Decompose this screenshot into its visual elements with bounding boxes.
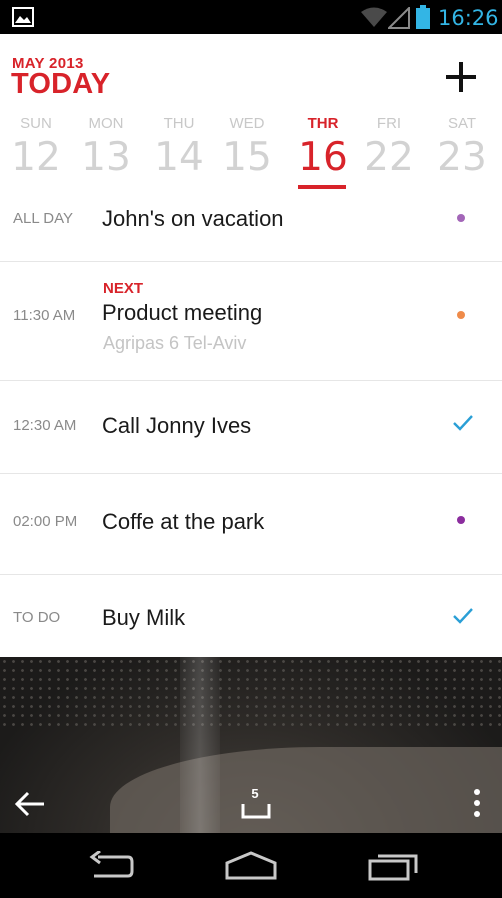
back-arrow-icon[interactable] <box>14 790 46 818</box>
day-sat[interactable]: SAT 23 <box>427 112 497 180</box>
day-of-week: THU <box>163 115 195 132</box>
day-number: 22 <box>364 135 414 180</box>
day-number: 12 <box>11 135 61 180</box>
day-of-week: SAT <box>447 115 477 132</box>
day-number: 15 <box>222 135 272 180</box>
day-of-week: WED <box>229 115 265 132</box>
completed-check-icon[interactable] <box>452 607 474 625</box>
day-sun[interactable]: SUN 12 <box>1 112 71 180</box>
todo-title: Buy Milk <box>102 605 186 630</box>
event-time: ALL DAY <box>13 210 74 227</box>
event-color-dot <box>457 214 465 222</box>
event-title: Product meeting <box>102 300 263 325</box>
event-time: TO DO <box>13 609 61 626</box>
photo-glass <box>180 657 220 833</box>
event-row[interactable]: 02:00 PM Coffe at the park <box>0 474 502 575</box>
day-number: 14 <box>154 135 204 180</box>
week-strip: SUN 12 MON 13 THU 14 WED 15 THR 16 FRI 2… <box>0 112 502 192</box>
event-row[interactable]: 12:30 AM Call Jonny Ives <box>0 381 502 474</box>
day-thr-selected[interactable]: THR 16 <box>288 112 358 189</box>
add-event-button[interactable] <box>442 58 480 96</box>
wifi-icon <box>361 7 387 27</box>
day-number: 13 <box>81 135 131 180</box>
gallery-notification-icon <box>12 7 34 27</box>
event-title: Coffe at the park <box>102 509 265 534</box>
event-row[interactable]: ALL DAY John's on vacation <box>0 193 502 262</box>
event-location: Agripas 6 Tel-Aviv <box>103 333 247 353</box>
day-of-week: THR <box>307 115 339 132</box>
event-color-dot <box>457 516 465 524</box>
event-time: 11:30 AM <box>13 307 76 324</box>
battery-icon <box>416 5 430 29</box>
inbox-tray-icon <box>241 804 271 819</box>
event-time: 12:30 AM <box>13 417 77 434</box>
check-mark-path <box>453 415 473 431</box>
photo-texture <box>0 657 502 732</box>
event-row[interactable]: NEXT 11:30 AM Product meeting Agripas 6 … <box>0 262 502 381</box>
photo-cloth <box>110 747 502 833</box>
completed-check-icon[interactable] <box>452 414 474 432</box>
today-title[interactable]: TODAY <box>11 68 110 101</box>
event-color-dot <box>457 311 465 319</box>
home-nav-icon[interactable] <box>224 851 278 881</box>
day-of-week: MON <box>88 115 124 132</box>
inbox-button[interactable]: 5 <box>240 786 272 820</box>
day-fri[interactable]: FRI 22 <box>354 112 424 180</box>
day-of-week: SUN <box>20 115 52 132</box>
selected-day-underline <box>298 185 346 189</box>
event-title: Call Jonny Ives <box>102 413 252 438</box>
day-thu[interactable]: THU 14 <box>144 112 214 180</box>
overflow-menu-icon[interactable] <box>468 788 486 818</box>
recent-apps-icon[interactable] <box>366 851 420 881</box>
status-bar: 16:26 <box>0 0 502 34</box>
back-nav-icon[interactable] <box>86 851 134 881</box>
day-wed[interactable]: WED 15 <box>212 112 282 180</box>
check-mark-path <box>453 608 473 624</box>
day-number: 23 <box>437 135 487 180</box>
day-number: 16 <box>298 135 348 180</box>
signal-icon <box>388 7 410 29</box>
navigation-bar <box>0 833 502 898</box>
todo-row[interactable]: TO DO Buy Milk <box>0 575 502 657</box>
day-mon[interactable]: MON 13 <box>71 112 141 180</box>
status-clock: 16:26 <box>438 6 499 30</box>
next-event-tag: NEXT <box>103 280 144 297</box>
event-time: 02:00 PM <box>13 513 78 530</box>
day-of-week: FRI <box>376 115 402 132</box>
event-title: John's on vacation <box>102 206 284 231</box>
